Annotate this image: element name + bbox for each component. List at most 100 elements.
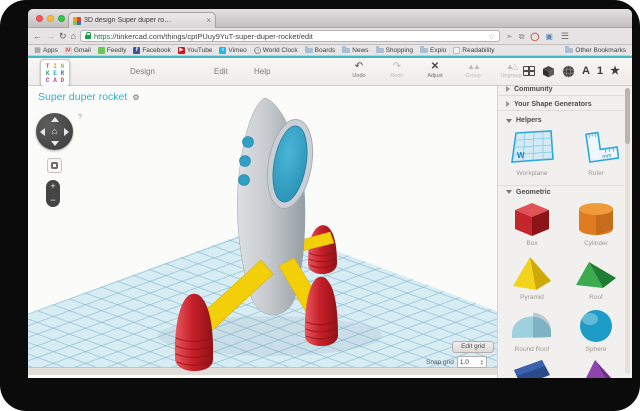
snap-grid-control: Snap grid 1.0 ▲▼ <box>426 356 487 368</box>
zoom-in-button[interactable]: + <box>50 182 55 191</box>
cylinder-shape-icon <box>573 200 619 238</box>
group-button[interactable]: ▲▲Group <box>460 61 486 79</box>
menu-design[interactable]: Design <box>130 67 155 76</box>
fit-view-button[interactable] <box>47 158 62 173</box>
shape-item-roof[interactable]: Roof <box>570 254 622 301</box>
forward-button[interactable]: → <box>46 31 55 41</box>
snap-grid-select[interactable]: 1.0 ▲▼ <box>457 356 487 368</box>
address-bar[interactable]: https://tinkercad.com/things/cptPUuy9YuT… <box>80 30 500 42</box>
redo-button[interactable]: ↷Redo <box>384 61 410 79</box>
chevron-down-icon <box>506 119 512 123</box>
section-geometric[interactable]: Geometric <box>498 185 624 198</box>
cube-library-icon[interactable] <box>542 65 555 78</box>
traffic-lights <box>36 15 65 22</box>
chrome-menu-icon[interactable]: ☰ <box>561 31 569 42</box>
browser-toolbar: ← → ↻ ⌂ https://tinkercad.com/things/cpt… <box>28 28 632 45</box>
bookmark-readability[interactable]: Readability <box>453 47 494 54</box>
bookmark-youtube[interactable]: ▶YouTube <box>178 47 213 54</box>
letters-library-icon[interactable]: A <box>582 64 590 78</box>
bookmark-apps[interactable]: ▦Apps <box>34 47 58 54</box>
youtube-icon: ▶ <box>178 47 185 54</box>
folder-icon <box>420 48 428 54</box>
sidebar-scrollbar[interactable] <box>625 88 630 374</box>
bookmark-feedly[interactable]: Feedly <box>98 47 127 54</box>
zoom-window-button[interactable] <box>58 15 65 22</box>
bookmark-folder-explo[interactable]: Explo <box>420 47 446 54</box>
bookmark-vimeo[interactable]: vVimeo <box>219 47 246 54</box>
menu-help[interactable]: Help <box>254 67 270 76</box>
tab-close-icon[interactable]: × <box>206 17 211 25</box>
bookmark-star-icon[interactable]: ☆ <box>488 32 495 41</box>
box-shape-icon <box>509 200 555 238</box>
section-community[interactable]: Community <box>498 86 624 96</box>
reload-button[interactable]: ↻ <box>59 31 67 41</box>
bookmark-folder-news[interactable]: News <box>342 47 368 54</box>
browser-tab[interactable]: 3D design Super duper ro… × <box>68 12 216 28</box>
extension-icon-1[interactable]: ➣ <box>506 32 513 41</box>
pyramid-shape-icon <box>509 254 555 292</box>
tinkercad-logo[interactable]: TIN KER CAD <box>40 59 70 87</box>
shape-item-partial-2[interactable] <box>570 358 622 378</box>
minimize-window-button[interactable] <box>47 15 54 22</box>
bookmark-world-clock[interactable]: ◷World Clock <box>254 47 298 54</box>
extension-icon-4[interactable]: ▣ <box>545 32 553 41</box>
app-header: TIN KER CAD Design Edit Help ↶Undo ↷Redo… <box>28 58 632 86</box>
extension-icon-2[interactable]: ⧉ <box>519 32 525 41</box>
bookmark-gmail[interactable]: MGmail <box>65 47 91 54</box>
bookmark-facebook[interactable]: fFacebook <box>133 47 171 54</box>
scrollbar-thumb[interactable] <box>625 88 630 144</box>
url-text: https://tinkercad.com/things/cptPUuy9YuT… <box>94 32 313 41</box>
home-view-icon[interactable]: ⌂ <box>36 126 73 136</box>
rocket-back-boot[interactable] <box>308 225 337 274</box>
bookmark-folder-shopping[interactable]: Shopping <box>376 47 413 54</box>
cone-shape-icon <box>573 358 619 378</box>
shape-item-box[interactable]: Box <box>506 200 558 247</box>
menu-edit[interactable]: Edit <box>214 67 228 76</box>
panels-icon[interactable] <box>523 66 535 76</box>
sphere-library-icon[interactable] <box>562 65 575 78</box>
edit-toolbar: ↶Undo ↷Redo ✕Adjust ▲▲Group ▲△Ungroup <box>346 61 524 79</box>
facebook-icon: f <box>133 47 140 54</box>
favorites-star-icon[interactable]: ★ <box>610 64 620 78</box>
home-button[interactable]: ⌂ <box>71 31 76 41</box>
shape-item-sphere[interactable]: Sphere <box>570 306 622 353</box>
close-window-button[interactable] <box>36 15 43 22</box>
rocket-model[interactable] <box>28 86 498 378</box>
shape-item-workplane[interactable]: W Workplane <box>506 128 558 177</box>
back-button[interactable]: ← <box>33 31 42 41</box>
extension-icon-3[interactable]: ◯ <box>530 32 539 41</box>
rocket-left-boot[interactable] <box>175 294 213 371</box>
adjust-button[interactable]: ✕Adjust <box>422 61 448 79</box>
group-icon: ▲▲ <box>460 61 486 72</box>
undo-button[interactable]: ↶Undo <box>346 61 372 79</box>
view-rotate-pad[interactable]: ⌂ <box>36 113 73 150</box>
section-helpers[interactable]: Helpers <box>498 114 624 127</box>
design-settings-gear-icon[interactable]: ⚙ <box>132 93 139 102</box>
chevron-right-icon <box>506 86 510 92</box>
ungroup-button[interactable]: ▲△Ungroup <box>498 61 524 79</box>
round-roof-shape-icon <box>509 306 555 344</box>
browser-window: 3D design Super duper ro… × ← → ↻ ⌂ http… <box>28 9 632 378</box>
gmail-icon: M <box>65 47 72 54</box>
nav-help-hint[interactable]: ? <box>78 114 82 121</box>
apps-grid-icon: ▦ <box>34 47 41 54</box>
ungroup-icon: ▲△ <box>498 61 524 72</box>
shape-item-round-roof[interactable]: Round Roof <box>506 306 558 353</box>
folder-icon <box>565 48 573 54</box>
design-title[interactable]: Super duper rocket <box>38 91 127 103</box>
shape-item-pyramid[interactable]: Pyramid <box>506 254 558 301</box>
other-bookmarks[interactable]: Other Bookmarks <box>565 47 626 54</box>
edit-grid-button[interactable]: Edit grid <box>452 341 494 353</box>
section-your-shape-generators[interactable]: Your Shape Generators <box>498 98 624 111</box>
adjust-icon: ✕ <box>422 61 448 72</box>
design-viewport[interactable]: Super duper rocket ⚙ <box>28 86 498 378</box>
zoom-out-button[interactable]: − <box>50 196 55 205</box>
bookmark-folder-boards[interactable]: Boards <box>305 47 336 54</box>
shape-item-cylinder[interactable]: Cylinder <box>570 200 622 247</box>
rotate-up-icon[interactable] <box>51 117 59 122</box>
rotate-down-icon[interactable] <box>51 141 59 146</box>
numbers-library-icon[interactable]: 1 <box>597 64 603 78</box>
shape-item-ruler[interactable]: mm Ruler <box>570 128 622 177</box>
shape-item-partial-1[interactable] <box>506 358 558 378</box>
snap-grid-label: Snap grid <box>426 359 454 366</box>
